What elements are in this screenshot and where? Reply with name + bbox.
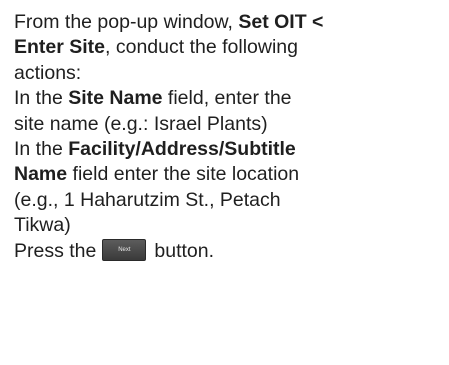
- text-fragment: field enter the site location: [67, 163, 300, 186]
- text-fragment: Tikwa): [14, 214, 71, 237]
- instruction-line-9: Tikwa): [14, 213, 449, 238]
- instruction-line-6: In the Facility/Address/Subtitle: [14, 137, 449, 162]
- text-fragment: In the: [14, 87, 69, 110]
- instruction-line-10: Press the Next button.: [14, 238, 449, 264]
- instruction-document: From the pop-up window, Set OIT < Enter …: [0, 0, 449, 365]
- facility-field-ref-cont: Name: [14, 163, 68, 186]
- facility-field-ref: Facility/Address/Subtitle: [68, 138, 296, 161]
- text-fragment: From the pop-up window,: [14, 11, 239, 33]
- next-button[interactable]: Next: [102, 238, 147, 261]
- instruction-line-2: Enter Site, conduct the following: [14, 35, 449, 60]
- instruction-line-3: actions:: [14, 61, 449, 86]
- popup-window-name-cont: Enter Site: [14, 36, 106, 59]
- instruction-line-8: (e.g., 1 Haharutzim St., Petach: [14, 188, 449, 213]
- text-fragment: (e.g., 1 Haharutzim St., Petach: [14, 188, 281, 211]
- text-fragment: field, enter the: [162, 87, 292, 110]
- site-name-field-ref: Site Name: [68, 87, 163, 110]
- text-fragment: site name (e.g.: Israel Plants): [14, 112, 268, 135]
- text-fragment: , conduct the following: [105, 36, 298, 59]
- text-fragment: Press the: [14, 239, 97, 262]
- instruction-line-1: From the pop-up window, Set OIT <: [14, 10, 449, 35]
- text-fragment: actions:: [14, 61, 82, 84]
- text-fragment: button.: [154, 239, 215, 262]
- text-fragment: In the: [14, 138, 69, 161]
- popup-window-name: Set OIT <: [238, 11, 324, 33]
- instruction-line-5: site name (e.g.: Israel Plants): [14, 112, 449, 137]
- instruction-line-7: Name field enter the site location: [14, 162, 449, 187]
- instruction-line-4: In the Site Name field, enter the: [14, 86, 449, 111]
